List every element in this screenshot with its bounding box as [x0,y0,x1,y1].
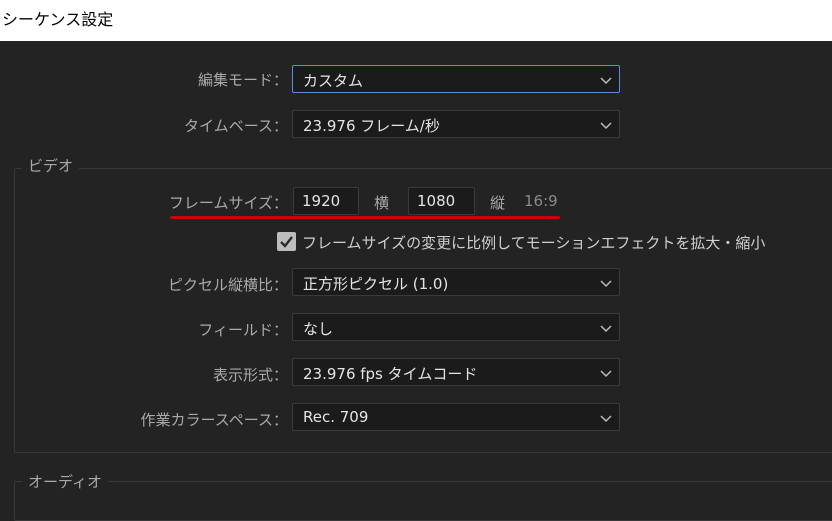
color-space-select[interactable]: Rec. 709 [292,403,620,431]
timebase-value: 23.976 フレーム/秒 [303,117,440,135]
timebase-select[interactable]: 23.976 フレーム/秒 [292,110,620,138]
window-title: シーケンス設定 [2,10,114,29]
fields-select[interactable]: なし [292,313,620,341]
display-format-label: 表示形式： [212,366,288,384]
pixel-aspect-select[interactable]: 正方形ピクセル (1.0) [292,268,620,296]
frame-height-input[interactable]: 1080 [408,187,475,215]
chevron-down-icon [599,321,613,335]
frame-size-label: フレームサイズ： [168,194,288,212]
timebase-label: タイムベース： [184,117,288,135]
pixel-aspect-label: ピクセル縦横比： [167,276,288,294]
width-unit-label: 横 [374,194,390,212]
audio-section [14,481,832,521]
aspect-ratio-readout: 16:9 [524,192,558,210]
video-section-title: ビデオ [22,155,80,176]
scale-motion-label: フレームサイズの変更に比例してモーションエフェクトを拡大・縮小 [302,234,766,252]
display-format-value: 23.976 fps タイムコード [303,365,478,383]
frame-width-value: 1920 [302,192,341,210]
fields-label: フィールド： [198,321,288,339]
frame-height-value: 1080 [417,192,456,210]
chevron-down-icon [599,73,613,87]
color-space-label: 作業カラースペース： [140,411,288,429]
frame-width-input[interactable]: 1920 [293,187,359,215]
annotation-underline [170,216,560,219]
pixel-aspect-value: 正方形ピクセル (1.0) [303,275,449,293]
checkmark-icon [280,236,293,248]
edit-mode-select[interactable]: カスタム [292,65,620,93]
fields-value: なし [303,320,334,338]
color-space-value: Rec. 709 [303,408,369,426]
chevron-down-icon [599,411,613,425]
audio-section-title: オーディオ [22,471,108,492]
chevron-down-icon [599,118,613,132]
edit-mode-label: 編集モード： [197,71,288,89]
window-titlebar: シーケンス設定 [0,0,832,41]
chevron-down-icon [599,366,613,380]
display-format-select[interactable]: 23.976 fps タイムコード [292,358,620,386]
chevron-down-icon [599,276,613,290]
height-unit-label: 縦 [490,194,506,212]
edit-mode-value: カスタム [303,72,364,90]
scale-motion-checkbox[interactable] [277,232,296,251]
